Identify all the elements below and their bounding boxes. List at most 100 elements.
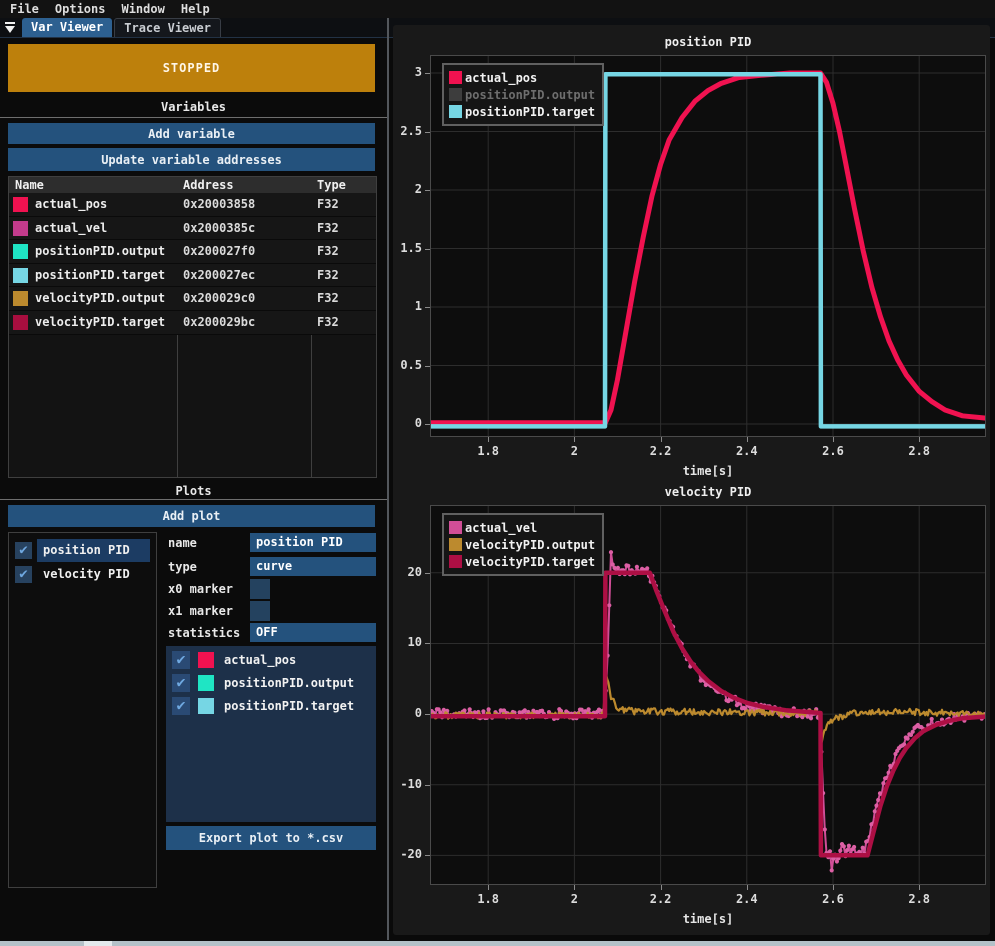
form-input-name[interactable]: position PID [250,533,376,552]
export-csv-button[interactable]: Export plot to *.csv [166,826,376,850]
table-row[interactable]: actual_pos0x20003858F32 [9,193,376,217]
legend-swatch [449,71,462,84]
x-tick-mark [747,437,748,442]
tab-var-viewer[interactable]: Var Viewer [22,18,112,37]
y-tick-mark [425,249,430,250]
form-label-type: type [168,560,197,574]
menu-item-window[interactable]: Window [121,2,164,16]
series-list-item[interactable]: ✔ positionPID.output [166,672,376,695]
x-tick-label: 2.2 [636,444,686,458]
series-list-item[interactable]: ✔positionPID.target [166,695,376,718]
variable-type: F32 [317,217,339,240]
y-tick-mark [425,190,430,191]
x-tick-mark [661,437,662,442]
plot-series-list: ✔ actual_pos ✔ positionPID.output✔positionP… [166,646,376,822]
legend-item[interactable]: positionPID.target [449,103,595,120]
column-header-address[interactable]: Address [183,177,234,193]
x-tick-label: 1.8 [463,444,513,458]
x-tick-label: 2.8 [894,444,944,458]
plot-name-label[interactable]: velocity PID [37,563,150,586]
table-row[interactable]: actual_vel0x2000385cF32 [9,217,376,241]
series-name-label: actual_pos [224,649,296,672]
x-tick-label: 2.6 [808,892,858,906]
horizontal-scrollbar[interactable] [0,941,995,946]
x-tick-mark [833,885,834,890]
series-checkbox[interactable]: ✔ [172,697,190,715]
legend-item[interactable]: actual_vel [449,519,595,536]
legend-label: actual_vel [465,521,537,535]
x-tick-label: 1.8 [463,892,513,906]
tab-trace-viewer[interactable]: Trace Viewer [114,18,221,37]
scrollbar-thumb[interactable] [84,941,112,946]
y-tick-label: 20 [393,565,422,579]
table-row[interactable]: positionPID.target0x200027ecF32 [9,264,376,288]
legend-item[interactable]: actual_pos [449,69,595,86]
x-tick-mark [574,885,575,890]
update-variable-addresses-button[interactable]: Update variable addresses [8,148,375,171]
legend-swatch [449,555,462,568]
collapse-icon-triangle [5,26,15,33]
series-name-label: positionPID.output [224,672,354,695]
table-row[interactable]: velocityPID.output0x200029c0F32 [9,287,376,311]
series-list-item[interactable]: ✔ actual_pos [166,649,376,672]
legend-label: positionPID.output [465,88,595,102]
table-row[interactable]: velocityPID.target0x200029bcF32 [9,311,376,335]
x-tick-label: 2.8 [894,892,944,906]
legend-label: actual_pos [465,71,537,85]
series-checkbox[interactable]: ✔ [172,651,190,669]
variable-address: 0x200027ec [183,264,255,287]
plot-checkbox[interactable]: ✔ [15,542,32,559]
chart-title-position-pid: position PID [430,35,986,49]
plot-list-item[interactable]: ✔ position PID [9,539,156,562]
legend-swatch [449,105,462,118]
collapse-panel-icon[interactable] [2,18,20,37]
series-color-swatch [198,652,214,668]
x-tick-mark [919,885,920,890]
table-row[interactable]: positionPID.output0x200027f0F32 [9,240,376,264]
x-tick-mark [747,885,748,890]
variable-address: 0x20003858 [183,193,255,216]
legend-label: positionPID.target [465,105,595,119]
x-tick-label: 2.4 [722,444,772,458]
series-checkbox[interactable]: ✔ [172,674,190,692]
menu-item-file[interactable]: File [10,2,39,16]
form-input-statistics[interactable]: OFF [250,623,376,642]
status-button[interactable]: STOPPED [8,44,375,92]
y-tick-mark [425,132,430,133]
plot-list-item[interactable]: ✔ velocity PID [9,563,156,586]
add-plot-button[interactable]: Add plot [8,505,375,527]
form-checkbox-x0-marker[interactable] [250,579,270,599]
plots-section-title: Plots [0,484,387,498]
plot-name-label[interactable]: position PID [37,539,150,562]
variables-separator [0,117,387,118]
menu-item-help[interactable]: Help [181,2,210,16]
y-tick-label: 1.5 [393,241,422,255]
variable-name: actual_pos [35,193,107,216]
y-tick-label: 3 [393,65,422,79]
y-tick-label: 10 [393,635,422,649]
menu-item-options[interactable]: Options [55,2,106,16]
legend-velocity-pid: actual_velvelocityPID.outputvelocityPID.… [442,513,604,576]
variable-name: velocityPID.output [35,287,165,310]
plot-checkbox[interactable]: ✔ [15,566,32,583]
column-header-type[interactable]: Type [317,177,346,193]
collapse-icon-bar [5,22,15,24]
column-header-name[interactable]: Name [15,177,44,193]
legend-item[interactable]: velocityPID.output [449,536,595,553]
form-label-x1-marker: x1 marker [168,604,233,618]
variables-section-title: Variables [0,100,387,114]
y-tick-mark [425,643,430,644]
form-label-x0-marker: x0 marker [168,582,233,596]
y-tick-label: 0 [393,706,422,720]
form-label-name: name [168,536,197,550]
variable-type: F32 [317,287,339,310]
panel-divider[interactable] [387,18,389,940]
add-variable-button[interactable]: Add variable [8,123,375,144]
legend-item[interactable]: velocityPID.target [449,553,595,570]
variable-type: F32 [317,240,339,263]
chart-title-velocity-pid: velocity PID [430,485,986,499]
form-input-type[interactable]: curve [250,557,376,576]
legend-item[interactable]: positionPID.output [449,86,595,103]
series-color-swatch [198,675,214,691]
form-checkbox-x1-marker[interactable] [250,601,270,621]
